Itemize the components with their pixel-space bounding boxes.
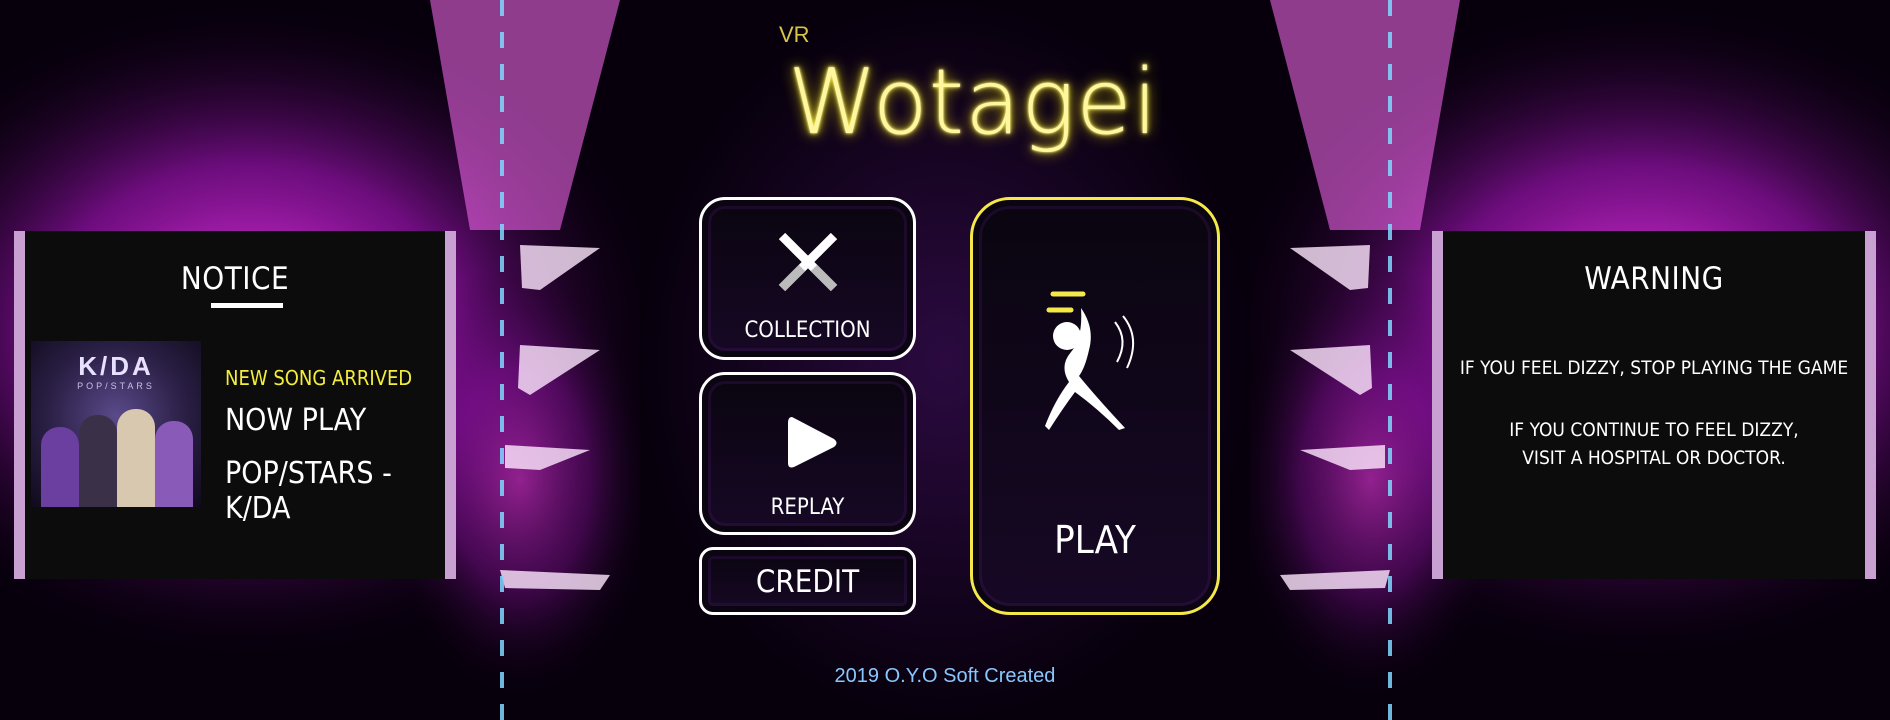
album-logo: K/DA <box>78 351 154 381</box>
dashed-divider-right <box>1388 0 1392 720</box>
credit-button[interactable]: CREDIT <box>699 547 916 615</box>
play-triangle-icon <box>788 417 837 468</box>
warning-line-3: VISIT A HOSPITAL OR DOCTOR. <box>1522 447 1786 469</box>
notice-title-underline <box>211 303 283 308</box>
song-title: POP/STARS - K/DA <box>225 456 392 526</box>
album-figure <box>79 415 117 507</box>
wotagei-dancer-icon <box>1045 291 1134 430</box>
album-figure <box>117 409 155 507</box>
new-song-label: NEW SONG ARRIVED <box>225 366 413 390</box>
album-figure <box>41 427 79 507</box>
warning-line-1: IF YOU FEEL DIZZY, STOP PLAYING THE GAME <box>1459 357 1849 379</box>
warning-panel: WARNING IF YOU FEEL DIZZY, STOP PLAYING … <box>1432 231 1876 579</box>
credit-label: CREDIT <box>755 564 860 600</box>
replay-label: REPLAY <box>770 495 845 520</box>
notice-title: NOTICE <box>180 261 290 297</box>
album-figure <box>155 421 193 507</box>
vr-label: VR <box>779 22 810 47</box>
replay-button[interactable]: REPLAY <box>699 372 916 535</box>
game-title: Wotagei <box>788 50 1159 155</box>
album-art[interactable]: K/DA POP/STARS <box>31 341 201 507</box>
play-button[interactable]: PLAY <box>970 197 1220 615</box>
warning-title: WARNING <box>1584 261 1724 297</box>
crossed-sticks-icon <box>778 232 838 292</box>
collection-button[interactable]: COLLECTION <box>699 197 916 360</box>
collection-label: COLLECTION <box>744 318 871 343</box>
now-play-label: NOW PLAY <box>225 403 367 438</box>
play-label: PLAY <box>1054 518 1136 562</box>
notice-panel: NOTICE K/DA POP/STARS NEW SONG ARRIVED N… <box>14 231 456 579</box>
footer-credit: 2019 O.Y.O Soft Created <box>834 665 1056 687</box>
warning-line-2: IF YOU CONTINUE TO FEEL DIZZY, <box>1509 419 1799 441</box>
album-subtitle: POP/STARS <box>77 381 155 391</box>
dashed-divider-left <box>500 0 504 720</box>
